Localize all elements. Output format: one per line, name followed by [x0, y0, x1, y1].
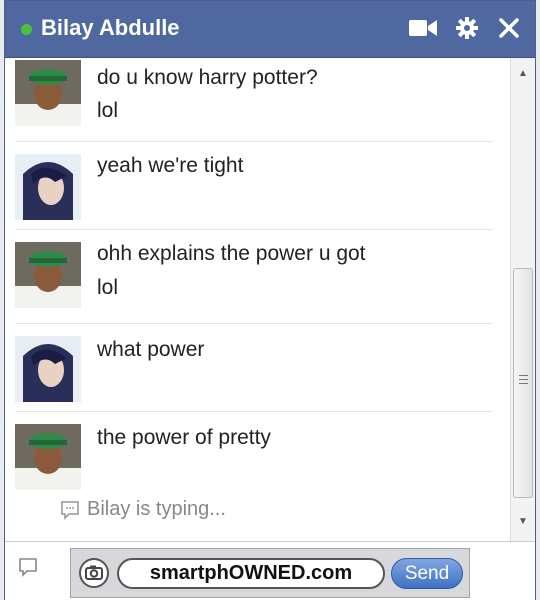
avatar[interactable]	[15, 336, 81, 402]
online-status-icon	[21, 24, 32, 35]
chat-titlebar[interactable]: Bilay Abdulle	[5, 1, 535, 58]
message-text: the power of pretty	[97, 426, 271, 449]
message-text: lol	[97, 99, 119, 122]
scrollbar-thumb[interactable]	[513, 268, 533, 498]
send-button[interactable]: Send	[391, 558, 463, 589]
message-row: yeah we're tight	[5, 142, 493, 230]
watermark-overlay: smartphOWNED.com Send	[70, 548, 470, 598]
grip-icon	[519, 375, 528, 387]
message-row: the power of pretty	[5, 412, 493, 498]
message-text: what power	[97, 338, 205, 361]
close-icon[interactable]	[497, 16, 521, 45]
video-camera-icon[interactable]	[408, 16, 438, 45]
typing-indicator: Bilay is typing...	[59, 498, 226, 521]
scrollbar[interactable]: ▲ ▼	[510, 58, 535, 541]
message-text: do u know harry potter?	[97, 66, 318, 89]
watermark-site: smartphOWNED.com	[117, 558, 385, 589]
camera-icon	[79, 558, 109, 588]
scroll-up-arrow-icon[interactable]: ▲	[511, 62, 535, 84]
gear-icon[interactable]	[455, 16, 479, 45]
avatar[interactable]	[15, 60, 81, 126]
message-row: what power	[5, 324, 493, 412]
message-list[interactable]: do u know harry potter? lol yeah we're t…	[5, 58, 510, 541]
message-row: ohh explains the power u got lol	[5, 230, 493, 324]
message-text: lol	[97, 276, 119, 299]
avatar[interactable]	[15, 424, 81, 490]
avatar[interactable]	[15, 154, 81, 220]
chat-window: Bilay Abdulle do u know harry potter? lo…	[4, 0, 536, 600]
contact-name[interactable]: Bilay Abdulle	[41, 15, 180, 41]
scroll-down-arrow-icon[interactable]: ▼	[511, 510, 535, 532]
message-text: yeah we're tight	[97, 154, 244, 177]
emoticon-bubble-icon[interactable]	[17, 556, 39, 578]
message-text: ohh explains the power u got	[97, 242, 366, 265]
speech-bubble-icon	[61, 500, 79, 520]
typing-text: Bilay is typing...	[87, 498, 226, 520]
avatar[interactable]	[15, 242, 81, 308]
message-row: do u know harry potter? lol	[5, 58, 493, 142]
